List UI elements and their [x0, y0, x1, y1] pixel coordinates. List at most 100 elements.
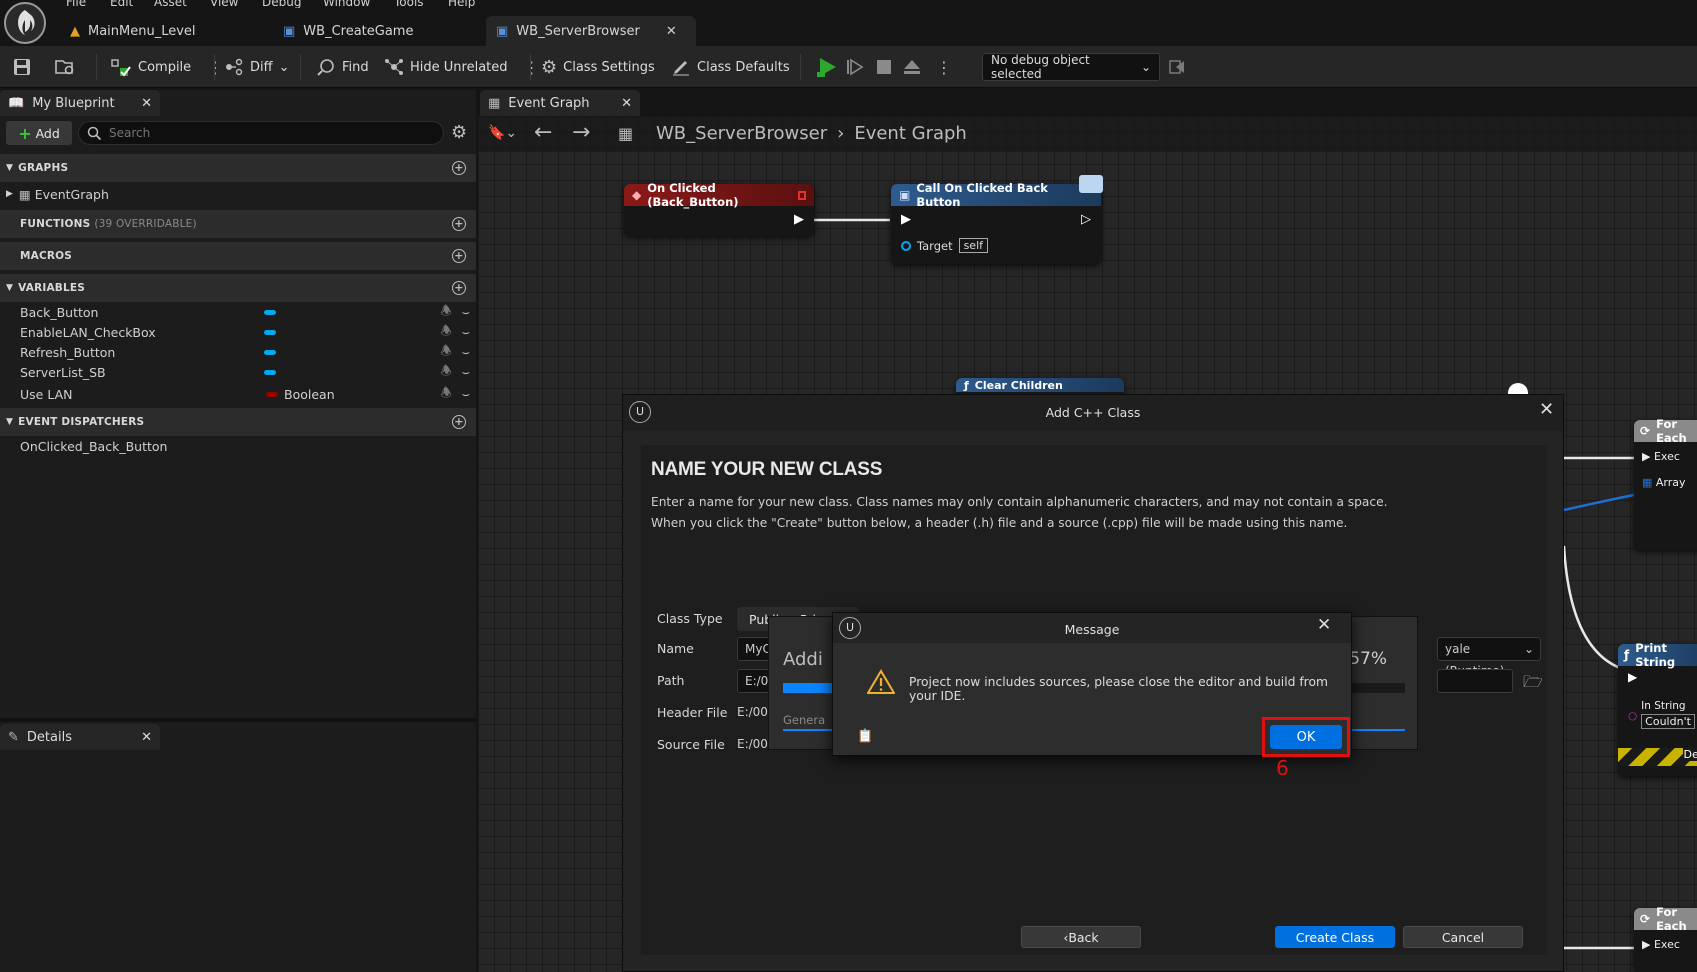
exec-out-pin-icon[interactable]: ▶ [794, 212, 804, 227]
menu-edit[interactable]: Edit [110, 0, 133, 8]
tab-details[interactable]: ✎ Details ✕ [0, 724, 160, 750]
node-header: ƒ Print String [1618, 641, 1697, 669]
tab-wb-serverbrowser[interactable]: ▣ WB_ServerBrowser ✕ [486, 16, 696, 46]
node-for-each-2[interactable]: ⟳ For Each ▶ Exec [1634, 905, 1697, 972]
dialog-heading: NAME YOUR NEW CLASS [651, 459, 883, 480]
compile-button[interactable]: Compile ⋮ [110, 46, 223, 88]
step-button[interactable] [846, 46, 864, 88]
node-on-clicked-back-button[interactable]: ◆ On Clicked (Back_Button) ▶ [624, 181, 814, 236]
menu-debug[interactable]: Debug [262, 0, 301, 8]
save-button[interactable] [12, 46, 32, 88]
play-options-button[interactable]: ⋮ [936, 46, 952, 88]
node-print-string[interactable]: ƒ Print String ▶ ○ In String Couldn't De… [1618, 641, 1697, 776]
node-call-on-clicked-back-button[interactable]: ▣ Call On Clicked Back Button ▶ ▷ Target… [891, 181, 1101, 264]
find-button[interactable]: Find [316, 46, 369, 88]
hide-unrelated-button[interactable]: Hide Unrelated ⋮ [384, 46, 540, 88]
folder-icon[interactable]: 🗁 [1523, 671, 1543, 698]
close-icon[interactable]: ✕ [621, 96, 632, 111]
close-icon[interactable]: ✕ [1539, 399, 1554, 420]
pin-value[interactable]: Couldn't [1641, 714, 1695, 729]
graph-item-eventgraph[interactable]: ▶ ▦ EventGraph [6, 184, 466, 204]
section-title: VARIABLES [18, 282, 86, 294]
add-graph-icon[interactable]: + [452, 161, 466, 175]
close-icon[interactable]: ✕ [141, 96, 152, 111]
progress-title: Addi [783, 649, 823, 670]
debug-browse-button[interactable] [1168, 46, 1186, 88]
delegate-pin-icon[interactable] [797, 190, 806, 200]
pin-in-string[interactable]: ○ In String Couldn't [1628, 700, 1695, 729]
pin-array[interactable]: ▦ Array [1642, 476, 1686, 489]
class-settings-label: Class Settings [563, 59, 655, 75]
tab-wb-creategame[interactable]: ▣ WB_CreateGame [273, 16, 423, 46]
section-variables[interactable]: ▼ VARIABLES + [0, 274, 476, 302]
exec-in-pin-icon[interactable]: ▶ [1628, 670, 1637, 684]
exec-out-pin-icon[interactable]: ▷ [1081, 212, 1091, 227]
variable-name: ServerList_SB [20, 364, 106, 380]
class-settings-button[interactable]: ⚙ Class Settings [541, 46, 655, 88]
eye-closed-icon[interactable]: ⌣ [462, 324, 470, 340]
node-for-each-1[interactable]: ⟳ For Each ▶ Exec ▦ Array [1634, 417, 1697, 550]
path-input-tail[interactable] [1437, 669, 1513, 693]
tab-my-blueprint[interactable]: 📖 My Blueprint ✕ [0, 90, 160, 116]
eye-closed-icon[interactable]: ⌣ [462, 344, 470, 360]
search-input[interactable] [109, 126, 409, 140]
debug-object-dropdown[interactable]: No debug object selected ⌄ [982, 53, 1160, 81]
search-box[interactable] [78, 121, 444, 145]
tab-mainmenu-level[interactable]: ▲ MainMenu_Level [60, 16, 206, 46]
play-button[interactable] [816, 46, 838, 88]
variable-row[interactable]: EnableLAN_CheckBox 🕭 ⌣ [20, 322, 470, 342]
close-icon[interactable]: ✕ [1317, 615, 1331, 635]
add-function-icon[interactable]: + [452, 217, 466, 231]
menu-view[interactable]: View [210, 0, 238, 8]
tab-event-graph[interactable]: ▦ Event Graph ✕ [480, 90, 640, 116]
add-dispatcher-icon[interactable]: + [452, 415, 466, 429]
variable-row[interactable]: ServerList_SB 🕭 ⌣ [20, 362, 470, 382]
menu-asset[interactable]: Asset [154, 0, 187, 8]
section-graphs[interactable]: ▼ GRAPHS + [0, 154, 476, 182]
exec-in-pin-icon[interactable]: ▶ [901, 212, 911, 227]
bell-icon[interactable]: 🕭 [441, 342, 452, 363]
close-icon[interactable]: ✕ [141, 730, 152, 745]
pin-target[interactable]: Target self [901, 238, 989, 253]
variable-row[interactable]: Refresh_Button 🕭 ⌣ [20, 342, 470, 362]
bell-icon[interactable]: 🕭 [441, 384, 452, 405]
menu-help[interactable]: Help [448, 0, 475, 8]
bell-icon[interactable]: 🕭 [441, 362, 452, 383]
menu-tools[interactable]: Tools [394, 0, 424, 8]
class-defaults-button[interactable]: Class Defaults [671, 46, 790, 88]
stop-button[interactable] [876, 46, 892, 88]
eject-button[interactable] [903, 46, 921, 88]
unreal-logo-icon[interactable] [4, 2, 46, 44]
pin-exec[interactable]: ▶ Exec [1642, 450, 1680, 463]
diff-button[interactable]: Diff ⌄ [224, 46, 290, 88]
copy-to-clipboard-icon[interactable]: 📋 [857, 729, 873, 744]
menu-file[interactable]: File [66, 0, 86, 8]
add-button[interactable]: + Add [6, 121, 72, 145]
browse-button[interactable] [54, 46, 76, 88]
gear-icon[interactable]: ⚙ [451, 122, 467, 143]
eye-closed-icon[interactable]: ⌣ [462, 364, 470, 380]
close-icon[interactable]: ✕ [666, 24, 677, 39]
back-button[interactable]: ‹ Back [1021, 926, 1141, 948]
module-dropdown[interactable]: yale (Runtime) ⌄ [1437, 637, 1541, 678]
more-options-icon[interactable]: ⋮ [207, 58, 223, 77]
section-title: FUNCTIONS [20, 218, 91, 230]
cancel-button[interactable]: Cancel [1403, 926, 1523, 948]
chevron-down-icon: ⌄ [1523, 642, 1534, 656]
variable-row[interactable]: Back_Button 🕭 ⌣ [20, 302, 470, 322]
add-macro-icon[interactable]: + [452, 249, 466, 263]
dispatcher-item[interactable]: OnClicked_Back_Button [20, 436, 460, 456]
pin-exec[interactable]: ▶ Exec [1642, 938, 1680, 951]
eye-closed-icon[interactable]: ⌣ [462, 386, 470, 402]
section-macros[interactable]: MACROS + [0, 242, 476, 270]
menu-window[interactable]: Window [323, 0, 370, 8]
eye-closed-icon[interactable]: ⌣ [462, 304, 470, 320]
variable-row[interactable]: Use LAN Boolean 🕭 ⌣ [20, 384, 470, 404]
section-functions[interactable]: FUNCTIONS (39 OVERRIDABLE) + [0, 210, 476, 238]
create-class-button[interactable]: Create Class [1275, 926, 1395, 948]
bell-icon[interactable]: 🕭 [441, 322, 452, 343]
add-variable-icon[interactable]: + [452, 281, 466, 295]
more-options-icon[interactable]: ⋮ [524, 58, 540, 77]
section-event-dispatchers[interactable]: ▼ EVENT DISPATCHERS + [0, 408, 476, 436]
bell-icon[interactable]: 🕭 [441, 302, 452, 323]
